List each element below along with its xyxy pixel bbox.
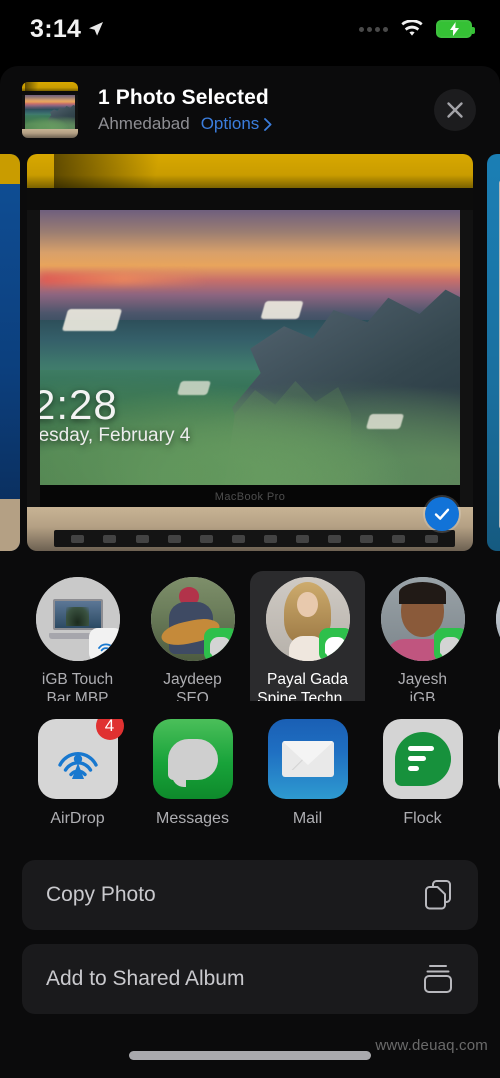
avatar bbox=[35, 577, 120, 661]
photo-preview-previous[interactable] bbox=[0, 154, 20, 551]
messages-badge-icon bbox=[433, 628, 465, 661]
messages-badge-icon bbox=[318, 628, 350, 661]
contact-jaydeep-seo[interactable]: Jaydeep SEO bbox=[135, 571, 250, 701]
app-label: Mail bbox=[292, 810, 323, 827]
copy-icon bbox=[425, 880, 451, 910]
contact-label: iGB Touch Bar MBP bbox=[41, 671, 114, 701]
flock-icon bbox=[382, 719, 463, 799]
contacts-row[interactable]: iGB Touch Bar MBP Jaydeep SEO Payal Gada… bbox=[0, 571, 500, 701]
status-bar: 3:14 bbox=[0, 0, 500, 58]
photo-lock-time: 2:28 bbox=[40, 380, 118, 428]
action-copy-photo[interactable]: Copy Photo bbox=[22, 860, 478, 930]
photo-preview-next[interactable] bbox=[487, 154, 500, 551]
apps-row[interactable]: 4 AirDrop Messages Mail Flock bbox=[0, 719, 500, 844]
messages-icon bbox=[152, 719, 233, 799]
options-button[interactable]: Options bbox=[201, 114, 273, 134]
app-messages[interactable]: Messages bbox=[135, 719, 250, 828]
messages-badge-icon bbox=[203, 628, 235, 661]
app-label: AirDrop bbox=[50, 810, 105, 827]
checkmark-icon bbox=[434, 508, 450, 520]
app-airdrop[interactable]: 4 AirDrop bbox=[20, 719, 135, 828]
contact-label: Jayesh iGB bbox=[397, 671, 448, 701]
photo-device-label: MacBook Pro bbox=[214, 491, 286, 503]
close-button[interactable] bbox=[434, 89, 476, 131]
close-icon bbox=[447, 102, 463, 118]
avatar bbox=[380, 577, 465, 661]
avatar bbox=[265, 577, 350, 661]
status-bar-right bbox=[359, 20, 475, 38]
signal-dots-icon bbox=[359, 26, 388, 32]
app-label: Flock bbox=[403, 810, 442, 827]
selected-photo-thumbnail[interactable] bbox=[22, 82, 78, 138]
action-label: Add to Shared Album bbox=[46, 967, 245, 990]
app-mail[interactable]: Mail bbox=[250, 719, 365, 828]
photo-lock-date: uesday, February 4 bbox=[40, 424, 191, 446]
app-flock[interactable]: Flock bbox=[365, 719, 480, 828]
mail-icon bbox=[267, 719, 348, 799]
actions-list: Copy Photo Add to Shared Album bbox=[0, 860, 500, 1014]
avatar bbox=[150, 577, 235, 661]
wifi-icon bbox=[401, 20, 423, 36]
contact-payal-gada-spine-techn[interactable]: Payal Gada Spine Techn… bbox=[250, 571, 365, 701]
header-subtitle: Ahmedabad Options bbox=[98, 114, 434, 134]
photo-preview-selected[interactable]: 2:28 uesday, February 4 MacBook Pro bbox=[27, 154, 473, 551]
share-sheet-header: 1 Photo Selected Ahmedabad Options bbox=[0, 66, 500, 154]
app-label: Messages bbox=[156, 810, 229, 827]
share-sheet-screen: 3:14 1 Photo Selected Ahmedabad Options … bbox=[0, 0, 500, 1078]
avatar bbox=[495, 577, 500, 661]
photo-selected-badge[interactable] bbox=[425, 497, 459, 531]
contact-igb-touch-bar-mbp[interactable]: iGB Touch Bar MBP bbox=[20, 571, 135, 701]
photo-image: 2:28 uesday, February 4 MacBook Pro bbox=[27, 154, 473, 551]
photo-keyboard-base bbox=[27, 507, 473, 551]
options-label: Options bbox=[200, 114, 260, 133]
thumbnail-image bbox=[22, 82, 78, 138]
photo-device-chin: MacBook Pro bbox=[40, 485, 460, 509]
status-time: 3:14 bbox=[30, 14, 82, 43]
page-title: 1 Photo Selected bbox=[98, 86, 269, 109]
location-arrow-icon bbox=[89, 22, 104, 36]
share-sheet-panel: 1 Photo Selected Ahmedabad Options 2:28 … bbox=[0, 66, 500, 1078]
photo-preview-strip[interactable]: 2:28 uesday, February 4 MacBook Pro bbox=[0, 154, 500, 554]
airdrop-icon: 4 bbox=[37, 719, 124, 799]
shared-album-icon bbox=[424, 965, 452, 993]
header-text-block: 1 Photo Selected Ahmedabad Options bbox=[98, 86, 434, 134]
contact-jayesh-igb[interactable]: Jayesh iGB bbox=[365, 571, 480, 701]
action-add-to-shared-album[interactable]: Add to Shared Album bbox=[22, 944, 478, 1014]
photo-touchbar bbox=[53, 530, 456, 547]
airdrop-badge-icon bbox=[88, 628, 120, 661]
chevron-right-icon bbox=[264, 117, 272, 131]
contact-label: Jaydeep SEO bbox=[163, 671, 222, 701]
photo-location-label: Ahmedabad bbox=[98, 114, 190, 133]
action-label: Copy Photo bbox=[46, 883, 156, 906]
status-bar-left: 3:14 bbox=[30, 15, 104, 44]
battery-charging-icon bbox=[436, 20, 475, 38]
home-indicator[interactable] bbox=[129, 1051, 371, 1060]
watermark: www.deuaq.com bbox=[375, 1037, 488, 1054]
contact-label: Payal Gada Spine Techn… bbox=[257, 671, 358, 701]
contact-partial[interactable] bbox=[480, 571, 500, 678]
app-partial[interactable] bbox=[480, 719, 500, 810]
